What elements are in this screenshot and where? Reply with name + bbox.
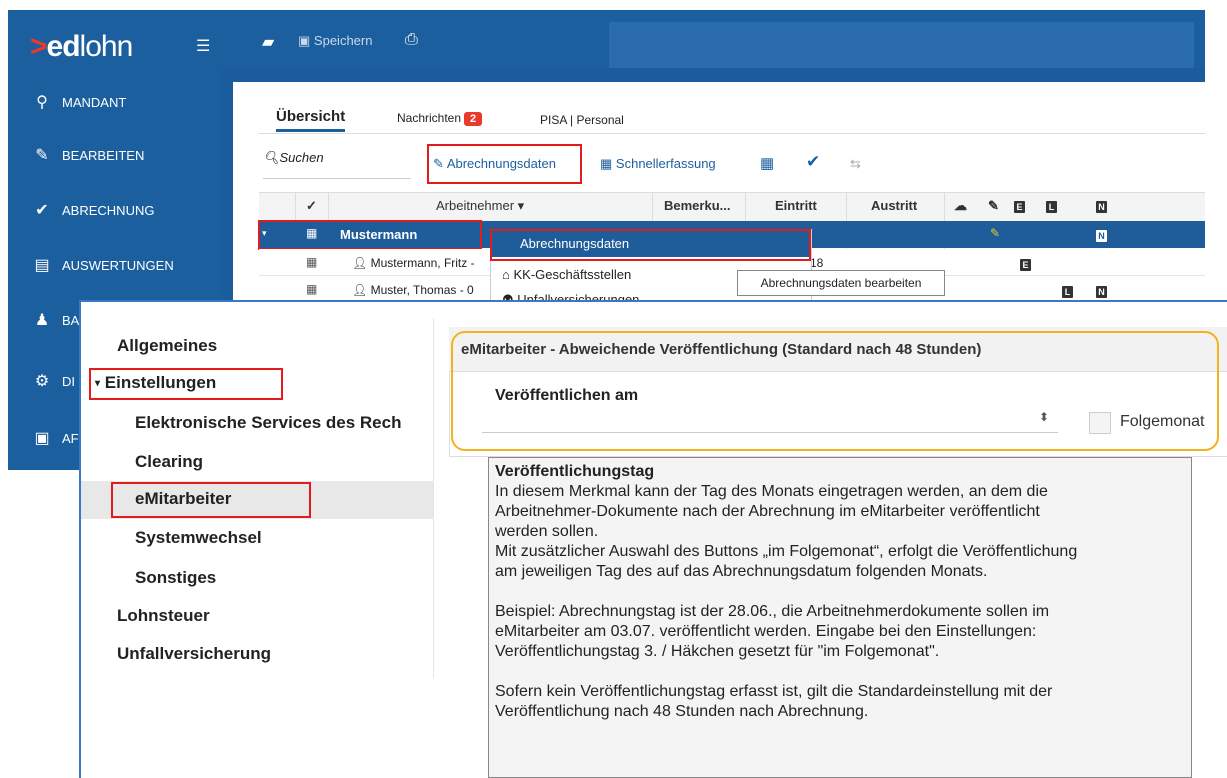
nav-item-sonstiges[interactable]: Sonstiges xyxy=(135,568,216,588)
person-icon: 👤︎ xyxy=(352,283,368,297)
employee-name-text: Mustermann, Fritz - xyxy=(370,256,475,270)
highlight-einstellungen xyxy=(89,368,283,400)
highlight-emitarbeiter xyxy=(111,482,311,518)
nav-item-unfallversicherung[interactable]: Unfallversicherung xyxy=(117,644,271,664)
tab-nachrichten[interactable]: Nachrichten 2 xyxy=(397,111,483,126)
sidebar-item-label: AUSWERTUNGEN xyxy=(62,257,174,273)
person-icon: 👤︎ xyxy=(352,256,368,270)
tab-divider xyxy=(259,133,1205,134)
schnellerfassung-button[interactable]: ▦ Schnellerfassung xyxy=(600,156,716,172)
e-column-icon[interactable]: E xyxy=(1014,192,1025,220)
nav-item-lohnsteuer[interactable]: Lohnsteuer xyxy=(117,606,210,626)
sidebar-item-label: AF xyxy=(62,430,79,446)
l-column-icon[interactable]: L xyxy=(1046,192,1057,220)
button-label: Schnellerfassung xyxy=(615,156,716,171)
sidebar-item-abrechnung[interactable]: ✔ ABRECHNUNG xyxy=(8,183,221,237)
pencil-icon: ✎ xyxy=(35,147,49,164)
calculator-icon[interactable]: ▦ xyxy=(760,154,774,172)
help-line: Veröffentlichungstag 3. / Häkchen gesetz… xyxy=(495,643,940,660)
tab-pisa-personal[interactable]: PISA | Personal xyxy=(540,113,624,127)
nav-item-systemwechsel[interactable]: Systemwechsel xyxy=(135,528,262,548)
sidebar-item-label: MANDANT xyxy=(62,94,127,110)
help-line: am jeweiligen Tag des auf das Abrechnung… xyxy=(495,563,988,580)
help-line: Sofern kein Veröffentlichungstag erfasst… xyxy=(495,683,1053,700)
column-header-austritt[interactable]: Austritt xyxy=(871,192,917,220)
nav-item-clearing[interactable]: Clearing xyxy=(135,452,203,472)
grid-icon: ▦ xyxy=(600,156,613,171)
check-icon[interactable]: ✔ xyxy=(806,152,820,172)
menu-item-label: KK-Geschäftsstellen xyxy=(513,267,632,282)
employee-name: 👤︎ Mustermann, Fritz - xyxy=(352,256,475,270)
menu-collapse-icon[interactable]: ☰ xyxy=(196,36,210,56)
help-line: Beispiel: Abrechnungstag ist der 28.06.,… xyxy=(495,603,1050,620)
sidebar-item-auswertungen[interactable]: ▤ AUSWERTUNGEN xyxy=(8,238,221,292)
help-line: Veröffentlichung nach 48 Stunden nach Ab… xyxy=(495,703,869,720)
e-badge-icon: E xyxy=(1020,257,1031,271)
disabled-action-icon[interactable]: ⇆ xyxy=(850,156,861,172)
search-input[interactable]: 🔍︎Suchen xyxy=(263,150,411,179)
map-pin-icon: ⚲ xyxy=(36,94,48,111)
app-logo: >edlohn xyxy=(30,30,133,63)
nav-item-elektronische-services[interactable]: Elektronische Services des Rech xyxy=(135,413,430,433)
folder-icon: ▣ xyxy=(34,430,50,447)
help-line: Arbeitnehmer-Dokumente nach der Abrechnu… xyxy=(495,503,1040,520)
help-line: Mit zusätzlicher Auswahl des Buttons „im… xyxy=(495,543,1078,560)
person-icon: ♟ xyxy=(34,312,50,329)
abrechnungsdaten-button[interactable]: ✎ Abrechnungsdaten xyxy=(433,156,556,172)
pencil-icon: ✎ xyxy=(433,156,444,171)
employee-name: 👤︎ Muster, Thomas - 0 xyxy=(352,283,474,297)
n-column-icon[interactable]: N xyxy=(1096,192,1107,220)
cloud-column-icon[interactable]: ☁ xyxy=(954,192,967,220)
employee-name-text: Muster, Thomas - 0 xyxy=(370,283,474,297)
settings-nav-divider xyxy=(433,318,434,678)
menu-item-label: Unfallversicherungen xyxy=(517,292,640,300)
group-icon: ⚉ xyxy=(502,292,514,300)
column-header-bemerkung[interactable]: Bemerku... xyxy=(664,192,730,220)
n-badge-icon: N xyxy=(1096,228,1107,242)
top-toolbar-area xyxy=(609,22,1194,68)
tab-uebersicht[interactable]: Übersicht xyxy=(276,108,346,132)
table-header xyxy=(259,192,1205,222)
document-icon: ▤ xyxy=(34,257,50,274)
tooltip: Abrechnungsdaten bearbeiten xyxy=(737,270,945,296)
pin-column-icon[interactable]: ✎ xyxy=(988,192,999,220)
entry-date: 18 xyxy=(810,256,824,270)
nav-item-allgemeines[interactable]: Allgemeines xyxy=(117,336,217,356)
save-button[interactable]: ▣ Speichern xyxy=(298,33,372,49)
calculator-icon: ▦ xyxy=(306,255,318,269)
highlight-menu-abrechnungsdaten xyxy=(490,229,811,261)
column-header-check[interactable]: ✓ xyxy=(306,192,317,220)
highlight-section xyxy=(451,331,1219,451)
house-icon: ⌂ xyxy=(502,267,510,282)
save-icon: ▣ xyxy=(298,33,311,48)
check-icon: ✔ xyxy=(35,202,49,219)
column-header-arbeitnehmer[interactable]: Arbeitnehmer ▾ xyxy=(436,192,524,220)
help-line: In diesem Merkmal kann der Tag des Monat… xyxy=(495,483,1048,500)
pin-icon: ✎ xyxy=(990,226,1001,240)
message-count-badge: 2 xyxy=(464,112,483,126)
tab-label: Nachrichten xyxy=(397,111,462,125)
search-placeholder: Suchen xyxy=(279,150,324,165)
calculator-icon: ▦ xyxy=(306,282,318,296)
n-badge-icon: N xyxy=(1096,284,1107,298)
sidebar-item-label: BA xyxy=(62,312,80,328)
save-label: Speichern xyxy=(313,33,373,48)
print-icon[interactable]: ⎙ xyxy=(405,31,418,49)
open-folder-icon[interactable]: ▰ xyxy=(262,32,274,52)
help-heading: Veröffentlichungstag xyxy=(495,463,655,480)
sidebar-item-label: ABRECHNUNG xyxy=(62,202,155,218)
sidebar-item-label: BEARBEITEN xyxy=(62,147,145,163)
l-badge-icon: L xyxy=(1062,284,1073,298)
highlight-mustermann-row xyxy=(258,220,482,250)
sidebar-item-bearbeiten[interactable]: ✎ BEARBEITEN xyxy=(8,128,221,182)
column-header-eintritt[interactable]: Eintritt xyxy=(775,192,817,220)
button-label: Abrechnungsdaten xyxy=(446,156,556,171)
sidebar-item-mandant[interactable]: ⚲ MANDANT xyxy=(8,75,221,129)
help-line: eMitarbeiter am 03.07. veröffentlicht we… xyxy=(495,623,1037,640)
gears-icon: ⚙ xyxy=(34,373,50,390)
sidebar-item-label: DI xyxy=(62,373,75,389)
search-icon: 🔍︎ xyxy=(263,150,280,165)
help-line: werden sollen. xyxy=(495,523,599,540)
